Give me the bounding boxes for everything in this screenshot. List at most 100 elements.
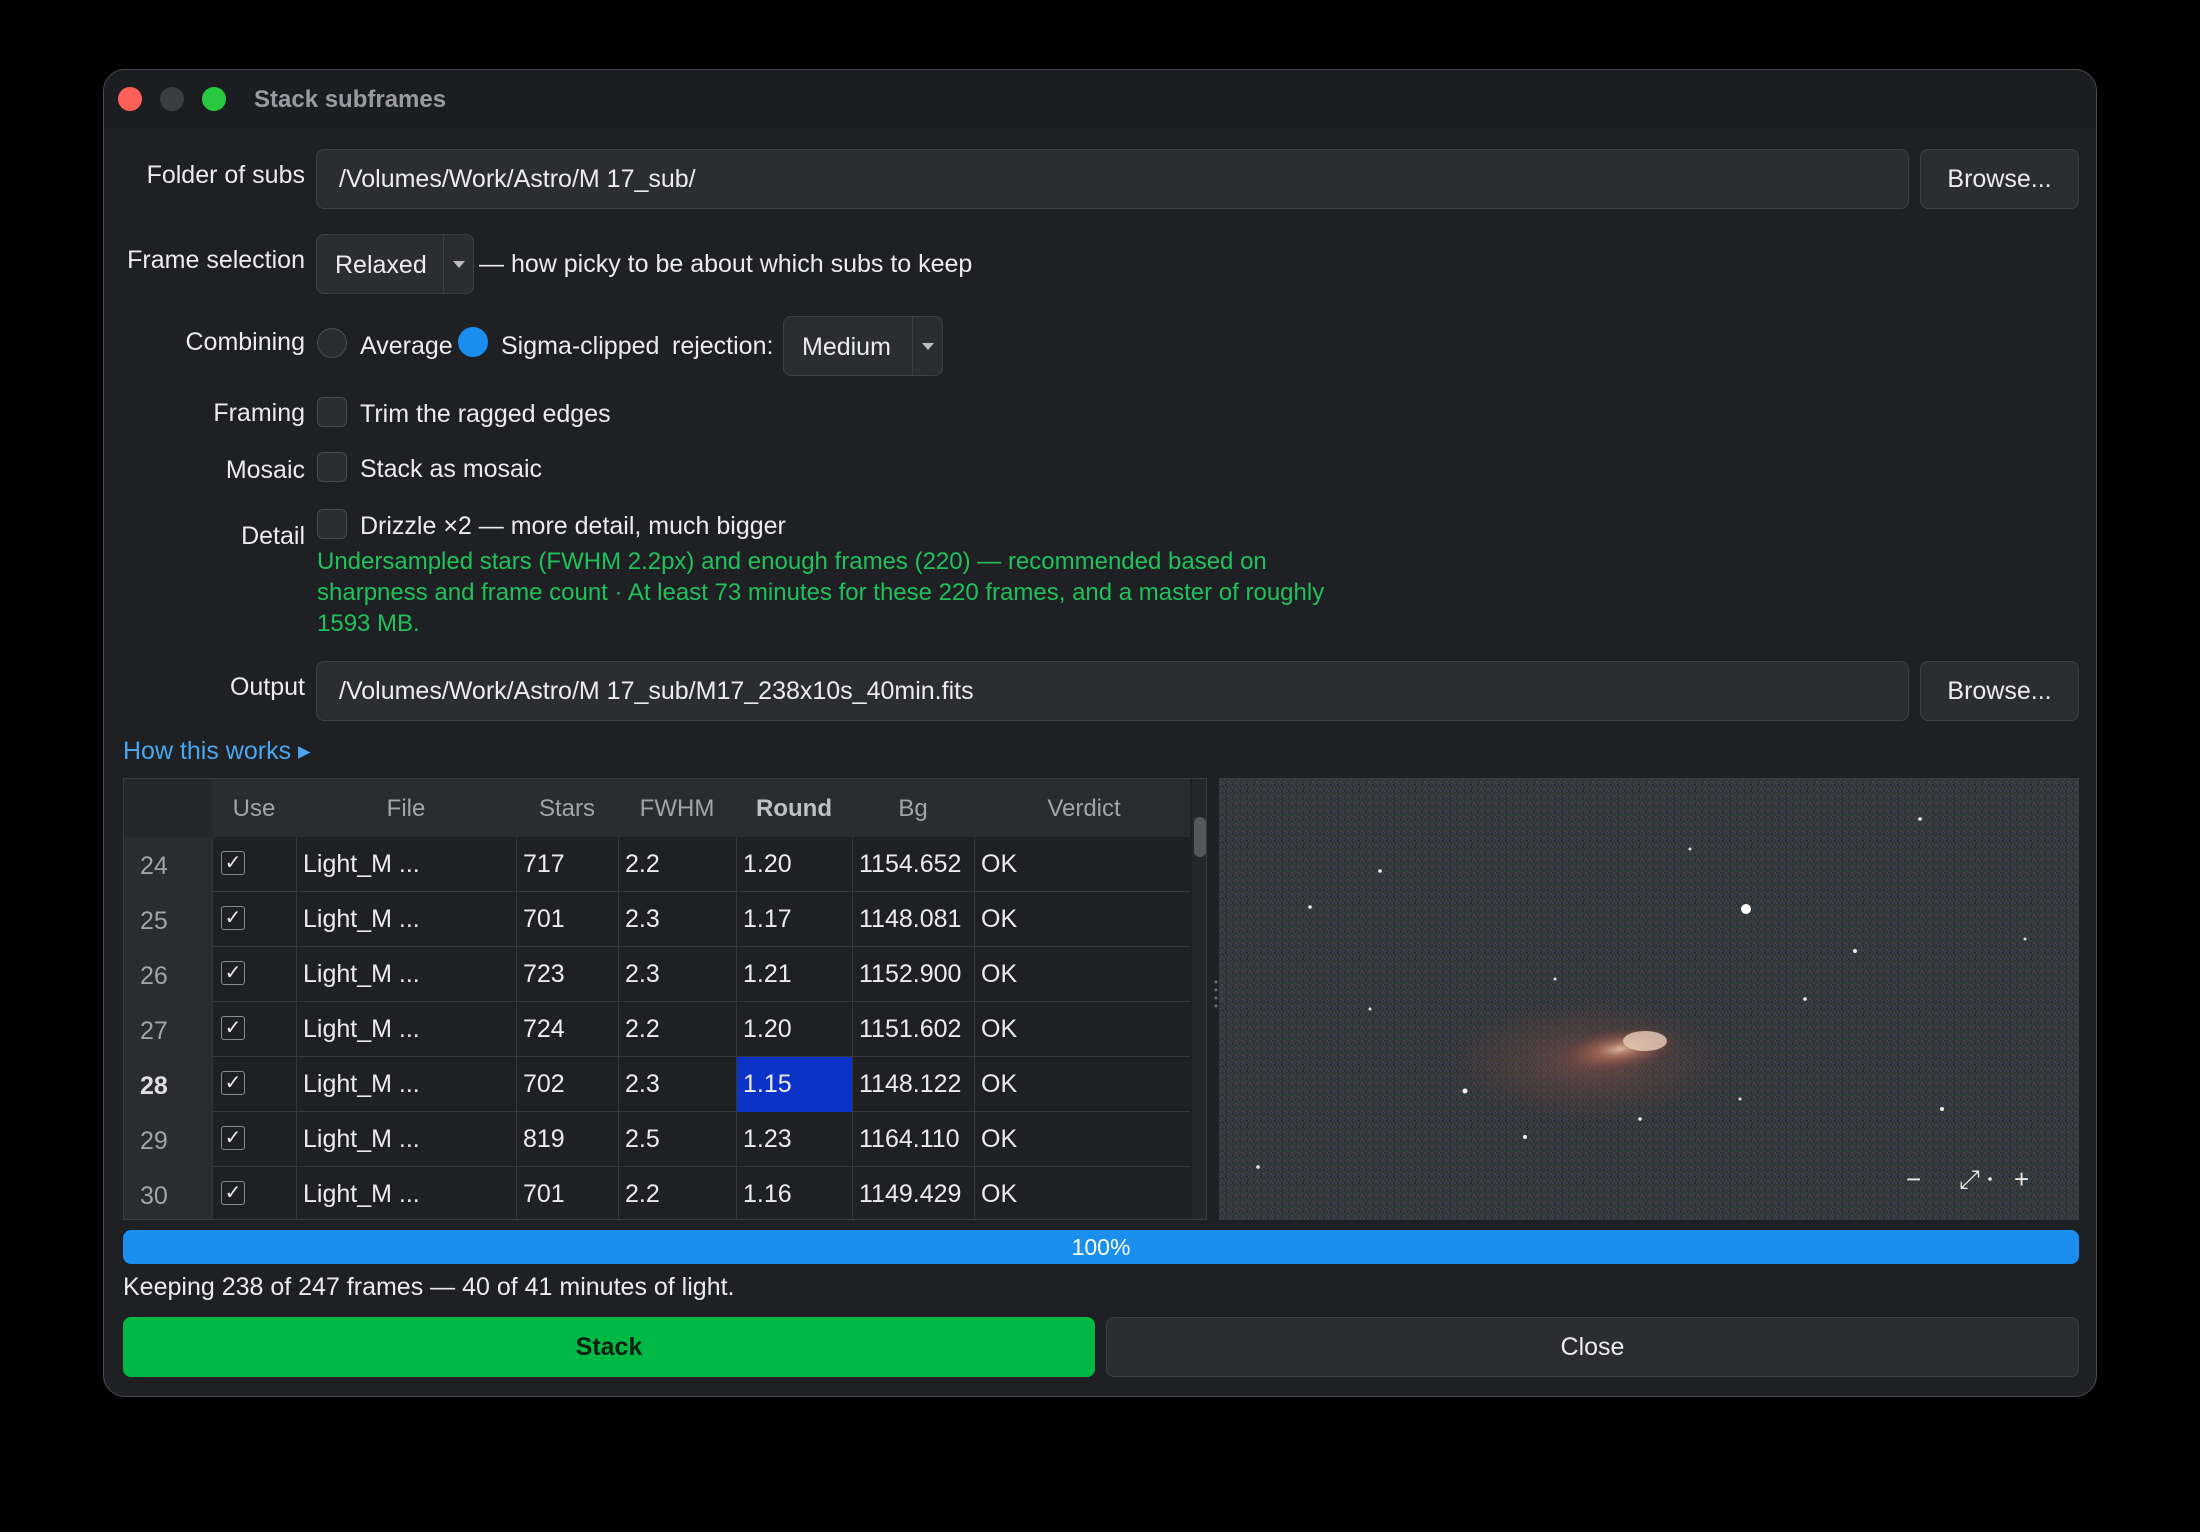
cell-use[interactable]: ✓ (212, 947, 296, 1002)
column-header-use[interactable]: Use (212, 795, 296, 823)
cell-use[interactable]: ✓ (212, 892, 296, 947)
cell-fwhm[interactable]: 2.3 (618, 947, 736, 1002)
minimize-window-icon[interactable] (160, 87, 184, 111)
table-row[interactable]: 25 ✓ Light_M ... 701 2.3 1.17 1148.081 OK (124, 892, 1190, 947)
cell-stars[interactable]: 701 (516, 892, 618, 947)
frame-selection-dropdown[interactable]: Relaxed (316, 234, 474, 294)
zoom-in-icon[interactable]: + (2014, 1164, 2029, 1195)
cell-stars[interactable]: 717 (516, 837, 618, 892)
row-number[interactable]: 27 (124, 1002, 212, 1057)
cell-bg[interactable]: 1149.429 (852, 1167, 974, 1219)
cell-file[interactable]: Light_M ... (296, 1167, 516, 1219)
cell-verdict[interactable]: OK (974, 1167, 1190, 1219)
cell-fwhm[interactable]: 2.3 (618, 1057, 736, 1112)
cell-stars[interactable]: 724 (516, 1002, 618, 1057)
cell-stars[interactable]: 701 (516, 1167, 618, 1219)
column-header-file[interactable]: File (296, 795, 516, 823)
use-checkbox[interactable]: ✓ (221, 1126, 245, 1150)
framing-checkbox[interactable] (317, 397, 347, 427)
cell-verdict[interactable]: OK (974, 892, 1190, 947)
row-number[interactable]: 29 (124, 1112, 212, 1167)
table-scrollbar[interactable] (1192, 779, 1206, 1219)
cell-verdict[interactable]: OK (974, 1002, 1190, 1057)
how-this-works-link[interactable]: How this works ▸ (123, 736, 311, 766)
cell-file[interactable]: Light_M ... (296, 947, 516, 1002)
cell-bg[interactable]: 1154.652 (852, 837, 974, 892)
use-checkbox[interactable]: ✓ (221, 851, 245, 875)
cell-round[interactable]: 1.21 (736, 947, 852, 1002)
cell-use[interactable]: ✓ (212, 1167, 296, 1219)
output-field[interactable]: /Volumes/Work/Astro/M 17_sub/M17_238x10s… (316, 661, 1909, 721)
cell-stars[interactable]: 723 (516, 947, 618, 1002)
cell-fwhm[interactable]: 2.3 (618, 892, 736, 947)
table-row[interactable]: 28 ✓ Light_M ... 702 2.3 1.15 1148.122 OK (124, 1057, 1190, 1112)
fit-to-view-icon[interactable]: ⤢ (1959, 1164, 1980, 1196)
cell-bg[interactable]: 1164.110 (852, 1112, 974, 1167)
cell-use[interactable]: ✓ (212, 1002, 296, 1057)
table-row[interactable]: 30 ✓ Light_M ... 701 2.2 1.16 1149.429 OK (124, 1167, 1190, 1219)
cell-use[interactable]: ✓ (212, 1112, 296, 1167)
cell-verdict[interactable]: OK (974, 837, 1190, 892)
rejection-dropdown[interactable]: Medium (783, 316, 943, 376)
splitter-handle-icon[interactable] (1214, 978, 1218, 1014)
close-button[interactable]: Close (1106, 1317, 2079, 1377)
folder-field[interactable]: /Volumes/Work/Astro/M 17_sub/ (316, 149, 1909, 209)
output-browse-button[interactable]: Browse... (1920, 661, 2079, 721)
cell-use[interactable]: ✓ (212, 1057, 296, 1112)
cell-fwhm[interactable]: 2.5 (618, 1112, 736, 1167)
cell-round[interactable]: 1.17 (736, 892, 852, 947)
drizzle-checkbox[interactable] (317, 509, 347, 539)
cell-file[interactable]: Light_M ... (296, 1002, 516, 1057)
cell-round[interactable]: 1.15 (736, 1057, 852, 1112)
folder-browse-button[interactable]: Browse... (1920, 149, 2079, 209)
column-header-round[interactable]: Round (736, 795, 852, 823)
row-number[interactable]: 26 (124, 947, 212, 1002)
use-checkbox[interactable]: ✓ (221, 906, 245, 930)
zoom-window-icon[interactable] (202, 87, 226, 111)
row-number[interactable]: 28 (124, 1057, 212, 1112)
column-header-bg[interactable]: Bg (852, 795, 974, 823)
table-row[interactable]: 29 ✓ Light_M ... 819 2.5 1.23 1164.110 OK (124, 1112, 1190, 1167)
cell-fwhm[interactable]: 2.2 (618, 1002, 736, 1057)
use-checkbox[interactable]: ✓ (221, 1071, 245, 1095)
cell-bg[interactable]: 1148.081 (852, 892, 974, 947)
cell-file[interactable]: Light_M ... (296, 892, 516, 947)
radio-sigma-clipped[interactable] (458, 327, 488, 357)
cell-verdict[interactable]: OK (974, 1057, 1190, 1112)
table-scrollbar-thumb[interactable] (1194, 817, 1206, 857)
cell-file[interactable]: Light_M ... (296, 1112, 516, 1167)
table-row[interactable]: 27 ✓ Light_M ... 724 2.2 1.20 1151.602 OK (124, 1002, 1190, 1057)
use-checkbox[interactable]: ✓ (221, 1181, 245, 1205)
cell-file[interactable]: Light_M ... (296, 837, 516, 892)
cell-bg[interactable]: 1151.602 (852, 1002, 974, 1057)
use-checkbox[interactable]: ✓ (221, 1016, 245, 1040)
cell-file[interactable]: Light_M ... (296, 1057, 516, 1112)
cell-bg[interactable]: 1152.900 (852, 947, 974, 1002)
frame-preview[interactable]: − ⤢ + (1219, 778, 2079, 1220)
table-row[interactable]: 26 ✓ Light_M ... 723 2.3 1.21 1152.900 OK (124, 947, 1190, 1002)
close-window-icon[interactable] (118, 87, 142, 111)
cell-verdict[interactable]: OK (974, 1112, 1190, 1167)
column-header-verdict[interactable]: Verdict (974, 795, 1194, 823)
cell-bg[interactable]: 1148.122 (852, 1057, 974, 1112)
radio-average[interactable] (317, 328, 347, 358)
mosaic-checkbox[interactable] (317, 452, 347, 482)
row-number[interactable]: 30 (124, 1167, 212, 1219)
cell-verdict[interactable]: OK (974, 947, 1190, 1002)
cell-round[interactable]: 1.16 (736, 1167, 852, 1219)
stack-button[interactable]: Stack (123, 1317, 1095, 1377)
table-row[interactable]: 24 ✓ Light_M ... 717 2.2 1.20 1154.652 OK (124, 837, 1190, 892)
cell-fwhm[interactable]: 2.2 (618, 837, 736, 892)
cell-round[interactable]: 1.20 (736, 1002, 852, 1057)
row-number[interactable]: 24 (124, 837, 212, 892)
cell-stars[interactable]: 819 (516, 1112, 618, 1167)
cell-stars[interactable]: 702 (516, 1057, 618, 1112)
use-checkbox[interactable]: ✓ (221, 961, 245, 985)
column-header-fwhm[interactable]: FWHM (618, 795, 736, 823)
cell-use[interactable]: ✓ (212, 837, 296, 892)
cell-round[interactable]: 1.20 (736, 837, 852, 892)
zoom-out-icon[interactable]: − (1906, 1164, 1921, 1195)
cell-round[interactable]: 1.23 (736, 1112, 852, 1167)
column-header-stars[interactable]: Stars (516, 795, 618, 823)
cell-fwhm[interactable]: 2.2 (618, 1167, 736, 1219)
